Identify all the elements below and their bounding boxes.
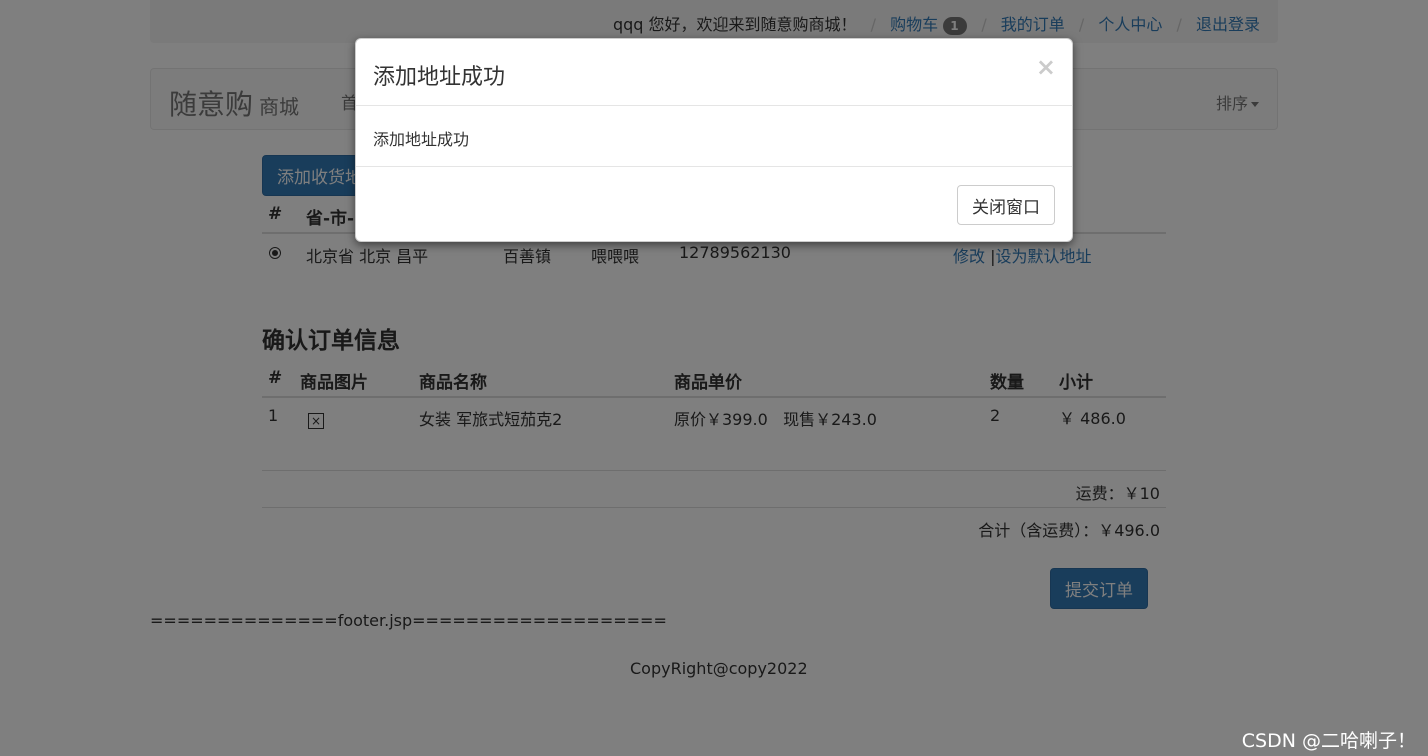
success-modal: 添加地址成功 × 添加地址成功 关闭窗口 [355,38,1073,242]
modal-body-text: 添加地址成功 [373,130,470,149]
watermark: CSDN @二哈喇子！ [1241,730,1416,752]
close-window-button[interactable]: 关闭窗口 [957,185,1055,225]
modal-title: 添加地址成功 [373,65,506,90]
modal-footer-divider [356,166,1072,167]
modal-header-divider [356,105,1072,106]
close-icon[interactable]: × [1036,53,1056,81]
